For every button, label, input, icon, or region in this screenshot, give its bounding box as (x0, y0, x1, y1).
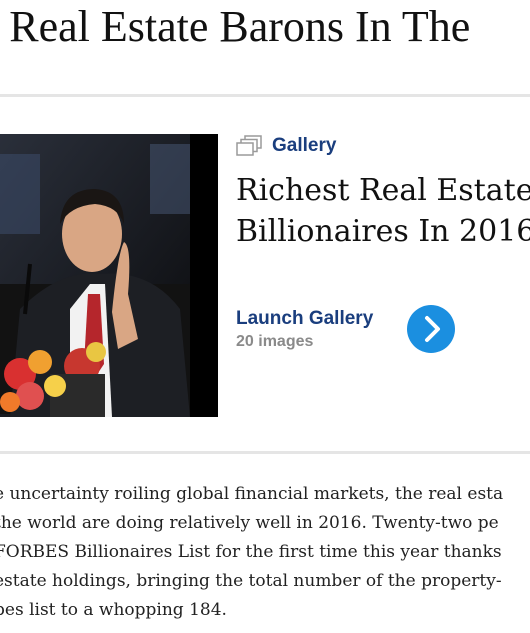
body-line: FORBES Billionaires List for the first t… (0, 542, 502, 562)
divider-top (0, 94, 530, 97)
divider-bottom (0, 451, 530, 454)
gallery-tag: Gallery (236, 134, 336, 158)
body-line: estate holdings, bringing the total numb… (0, 571, 502, 591)
body-line: e uncertainty roiling global financial m… (0, 484, 504, 504)
gallery-tag-label: Gallery (272, 135, 337, 156)
gallery-photo[interactable] (0, 134, 218, 417)
article-body: e uncertainty roiling global financial m… (0, 480, 530, 625)
body-line: the world are doing relatively well in 2… (0, 513, 499, 533)
launch-gallery-button[interactable] (407, 305, 455, 353)
body-line: bes list to a whopping 184. (0, 600, 227, 620)
article-headline: t Real Estate Barons In The (0, 2, 471, 51)
gallery-title[interactable]: Richest Real Estate Billionaires In 2016 (236, 170, 530, 252)
launch-gallery-link[interactable]: Launch Gallery 20 images (236, 306, 373, 352)
chevron-right-icon (425, 316, 440, 342)
launch-gallery-label[interactable]: Launch Gallery (236, 306, 373, 331)
speaker-photo-image (0, 134, 218, 417)
image-count: 20 images (236, 333, 314, 350)
gallery-stack-icon (236, 135, 262, 157)
